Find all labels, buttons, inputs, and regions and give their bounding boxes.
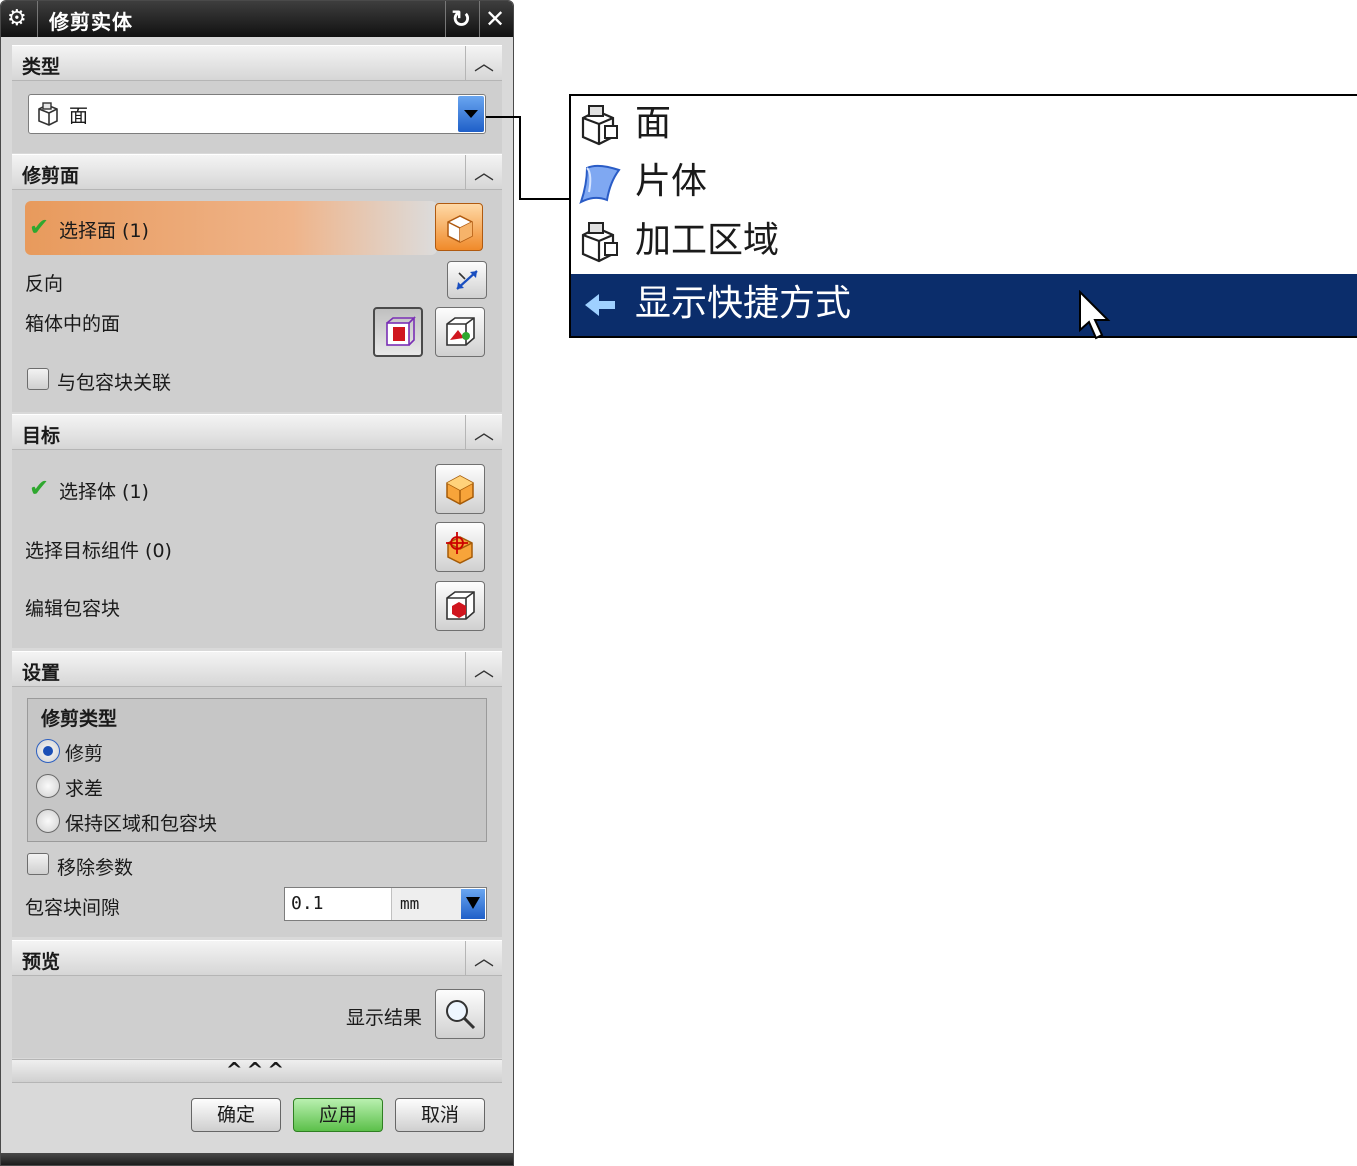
section-type-label: 类型 <box>22 56 61 78</box>
select-body-label: 选择体 (1) <box>59 481 149 503</box>
more-options-bar[interactable]: ^^^ <box>12 1058 502 1083</box>
menu-item-machining-region[interactable]: 加工区域 <box>571 213 1357 271</box>
radio-keep-region-label: 保持区域和包容块 <box>65 813 218 835</box>
type-select-value: 面 <box>69 105 89 127</box>
checkmark-icon: ✔ <box>29 474 50 502</box>
gear-icon[interactable]: ⚙ <box>7 7 31 31</box>
mouse-pointer-icon <box>1079 290 1111 340</box>
menu-item-label: 面 <box>635 103 672 144</box>
menu-item-face[interactable]: 面 <box>571 96 1357 154</box>
checkmark-icon: ✔ <box>29 213 50 241</box>
radio-trim-label: 修剪 <box>65 743 104 765</box>
more-chevrons-icon: ^^^ <box>225 1058 289 1082</box>
faces-in-box-button[interactable] <box>373 307 423 357</box>
faces-in-box-label: 箱体中的面 <box>25 313 121 335</box>
radio-subtract[interactable] <box>36 774 60 798</box>
collapse-chevron-icon[interactable]: ︿ <box>465 415 502 449</box>
collapse-chevron-icon[interactable]: ︿ <box>465 652 502 686</box>
show-result-button[interactable] <box>435 989 485 1039</box>
remove-params-label: 移除参数 <box>57 857 134 879</box>
reverse-label: 反向 <box>25 273 64 295</box>
radio-keep-region[interactable] <box>36 809 60 833</box>
callout-line <box>486 116 521 118</box>
select-target-component-label: 选择目标组件 (0) <box>25 540 172 562</box>
type-dropdown-menu: 面 片体 加工区域 显示快捷方式 <box>569 94 1357 338</box>
solid-body-icon <box>446 475 474 505</box>
select-face-label: 选择面 (1) <box>59 220 149 242</box>
callout-line <box>519 198 571 200</box>
title-divider <box>445 1 446 37</box>
section-trim-face-header[interactable]: 修剪面 ︿ <box>12 154 502 190</box>
section-type-header[interactable]: 类型 ︿ <box>12 45 502 81</box>
show-result-label: 显示结果 <box>346 1007 423 1029</box>
section-preview-label: 预览 <box>22 951 61 973</box>
box-gap-field[interactable]: 0.1 mm <box>284 887 487 921</box>
collapse-chevron-icon[interactable]: ︿ <box>465 46 502 80</box>
associate-box-label: 与包容块关联 <box>57 372 172 394</box>
section-trim-face-label: 修剪面 <box>22 165 80 187</box>
edit-box-button[interactable] <box>435 581 485 631</box>
menu-item-sheet-body[interactable]: 片体 <box>571 154 1357 212</box>
title-divider <box>479 1 480 37</box>
select-body-button[interactable] <box>435 464 485 514</box>
magnifier-icon <box>446 1000 476 1030</box>
sheet-body-icon <box>579 164 621 204</box>
cube-face-icon <box>447 215 473 243</box>
component-target-icon <box>446 532 473 564</box>
box-gap-label: 包容块间隙 <box>25 897 121 919</box>
reverse-direction-button[interactable] <box>447 261 487 299</box>
dropdown-arrow-icon[interactable] <box>458 96 484 132</box>
box-gap-unit: mm <box>391 888 461 920</box>
show-shortcuts-arrow-icon <box>585 294 615 316</box>
cancel-button[interactable]: 取消 <box>395 1098 485 1132</box>
section-settings-label: 设置 <box>22 662 61 684</box>
box-outline-icon <box>446 317 475 346</box>
type-select[interactable]: 面 <box>28 94 486 134</box>
radio-subtract-label: 求差 <box>65 778 104 800</box>
machining-region-icon <box>581 222 618 263</box>
select-face-button[interactable] <box>435 203 483 251</box>
collapse-chevron-icon[interactable]: ︿ <box>465 941 502 975</box>
title-bar: ⚙ 修剪实体 ↻ ✕ <box>1 1 513 37</box>
reverse-arrows-icon <box>456 270 478 290</box>
dropdown-arrow-icon[interactable] <box>461 889 485 919</box>
section-preview-header[interactable]: 预览 ︿ <box>12 940 502 976</box>
menu-item-show-shortcuts[interactable]: 显示快捷方式 <box>571 274 1357 336</box>
reset-icon[interactable]: ↻ <box>447 4 475 34</box>
dialog-title: 修剪实体 <box>49 10 133 34</box>
menu-item-label: 加工区域 <box>635 220 780 261</box>
section-settings-header[interactable]: 设置 ︿ <box>12 651 502 687</box>
menu-item-label: 显示快捷方式 <box>635 283 852 324</box>
apply-button[interactable]: 应用 <box>293 1098 383 1132</box>
callout-line <box>519 116 521 200</box>
ok-button[interactable]: 确定 <box>191 1098 281 1132</box>
box-face-selected-icon <box>386 316 416 346</box>
section-target-label: 目标 <box>22 425 61 447</box>
bounding-box-icon <box>446 591 475 620</box>
radio-trim[interactable] <box>36 739 60 763</box>
trim-body-dialog: ⚙ 修剪实体 ↻ ✕ 类型 ︿ 面 修剪面 ︿ ✔ 选择面 (1) 反向 箱体中… <box>0 0 514 1166</box>
title-divider <box>37 1 38 37</box>
dialog-bottom-edge <box>1 1153 513 1165</box>
box-face-button[interactable] <box>435 307 485 357</box>
box-gap-value[interactable]: 0.1 <box>291 893 324 914</box>
section-preview-body <box>12 976 502 1058</box>
menu-item-label: 片体 <box>635 161 708 202</box>
associate-box-checkbox[interactable] <box>27 368 49 390</box>
section-target-header[interactable]: 目标 ︿ <box>12 414 502 450</box>
face-type-icon <box>581 105 618 146</box>
face-type-icon <box>38 102 58 126</box>
select-component-button[interactable] <box>435 522 485 572</box>
trim-type-label: 修剪类型 <box>41 708 118 730</box>
remove-params-checkbox[interactable] <box>27 853 49 875</box>
edit-box-label: 编辑包容块 <box>25 598 121 620</box>
close-icon[interactable]: ✕ <box>481 4 509 34</box>
collapse-chevron-icon[interactable]: ︿ <box>465 155 502 189</box>
